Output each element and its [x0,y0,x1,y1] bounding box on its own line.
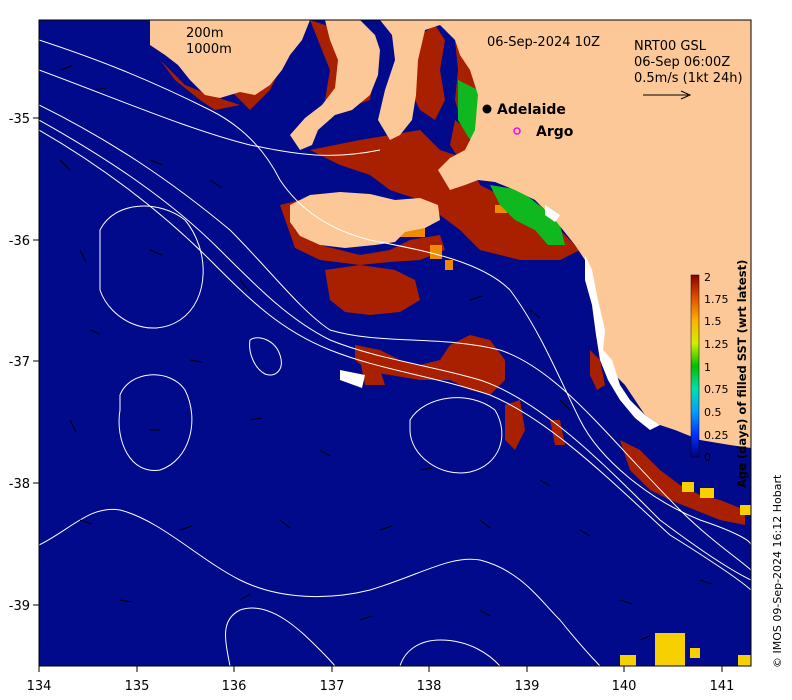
y-tick-label: -36 [9,234,30,249]
plot-area [39,20,751,666]
isobath-1000-label: 1000m [186,42,232,57]
x-tick-label: 135 [125,679,150,694]
x-tick-label: 140 [612,679,637,694]
colorbar-tick-label: 1.75 [704,293,729,306]
map-datetime: 06-Sep-2024 10Z [487,35,600,50]
colorbar-tick-label: 1.25 [704,338,729,351]
colorbar-title: Age (days) of filled SST (wrt latest) [735,260,749,488]
y-tick-label: -37 [9,355,30,370]
y-tick-label: -39 [9,599,30,614]
x-tick-label: 137 [320,679,345,694]
x-tick-label: 141 [710,679,735,694]
x-tick-label: 139 [515,679,540,694]
colorbar-tick-label: 2 [704,271,711,284]
x-tick-label: 134 [27,679,52,694]
argo-label: Argo [536,124,574,140]
sst-age-map: 134 135 136 137 138 139 140 141 -35 -36 … [9,19,784,694]
y-tick-labels: -35 -36 -37 -38 -39 [9,112,30,614]
adelaide-label: Adelaide [497,102,566,118]
colorbar-tick-label: 0.5 [704,406,722,419]
x-tick-label: 136 [222,679,247,694]
y-tick-label: -35 [9,112,30,127]
currents-time: 06-Sep 06:00Z [634,55,730,70]
credit-text: © IMOS 09-Sep-2024 16:12 Hobart [771,474,784,668]
currents-scale: 0.5m/s (1kt 24h) [634,71,743,86]
colorbar-tick-label: 0.75 [704,383,729,396]
colorbar-ramp [690,274,700,458]
x-tick-labels: 134 135 136 137 138 139 140 141 [27,679,735,694]
currents-source: NRT00 GSL [634,39,707,54]
isobath-200-label: 200m [186,26,223,41]
colorbar-tick-label: 0 [704,451,711,464]
colorbar-tick-label: 1 [704,361,711,374]
colorbar-tick-label: 0.25 [704,429,729,442]
y-tick-label: -38 [9,477,30,492]
colorbar-tick-label: 1.5 [704,315,722,328]
adelaide-marker [482,104,492,114]
x-tick-label: 138 [417,679,442,694]
